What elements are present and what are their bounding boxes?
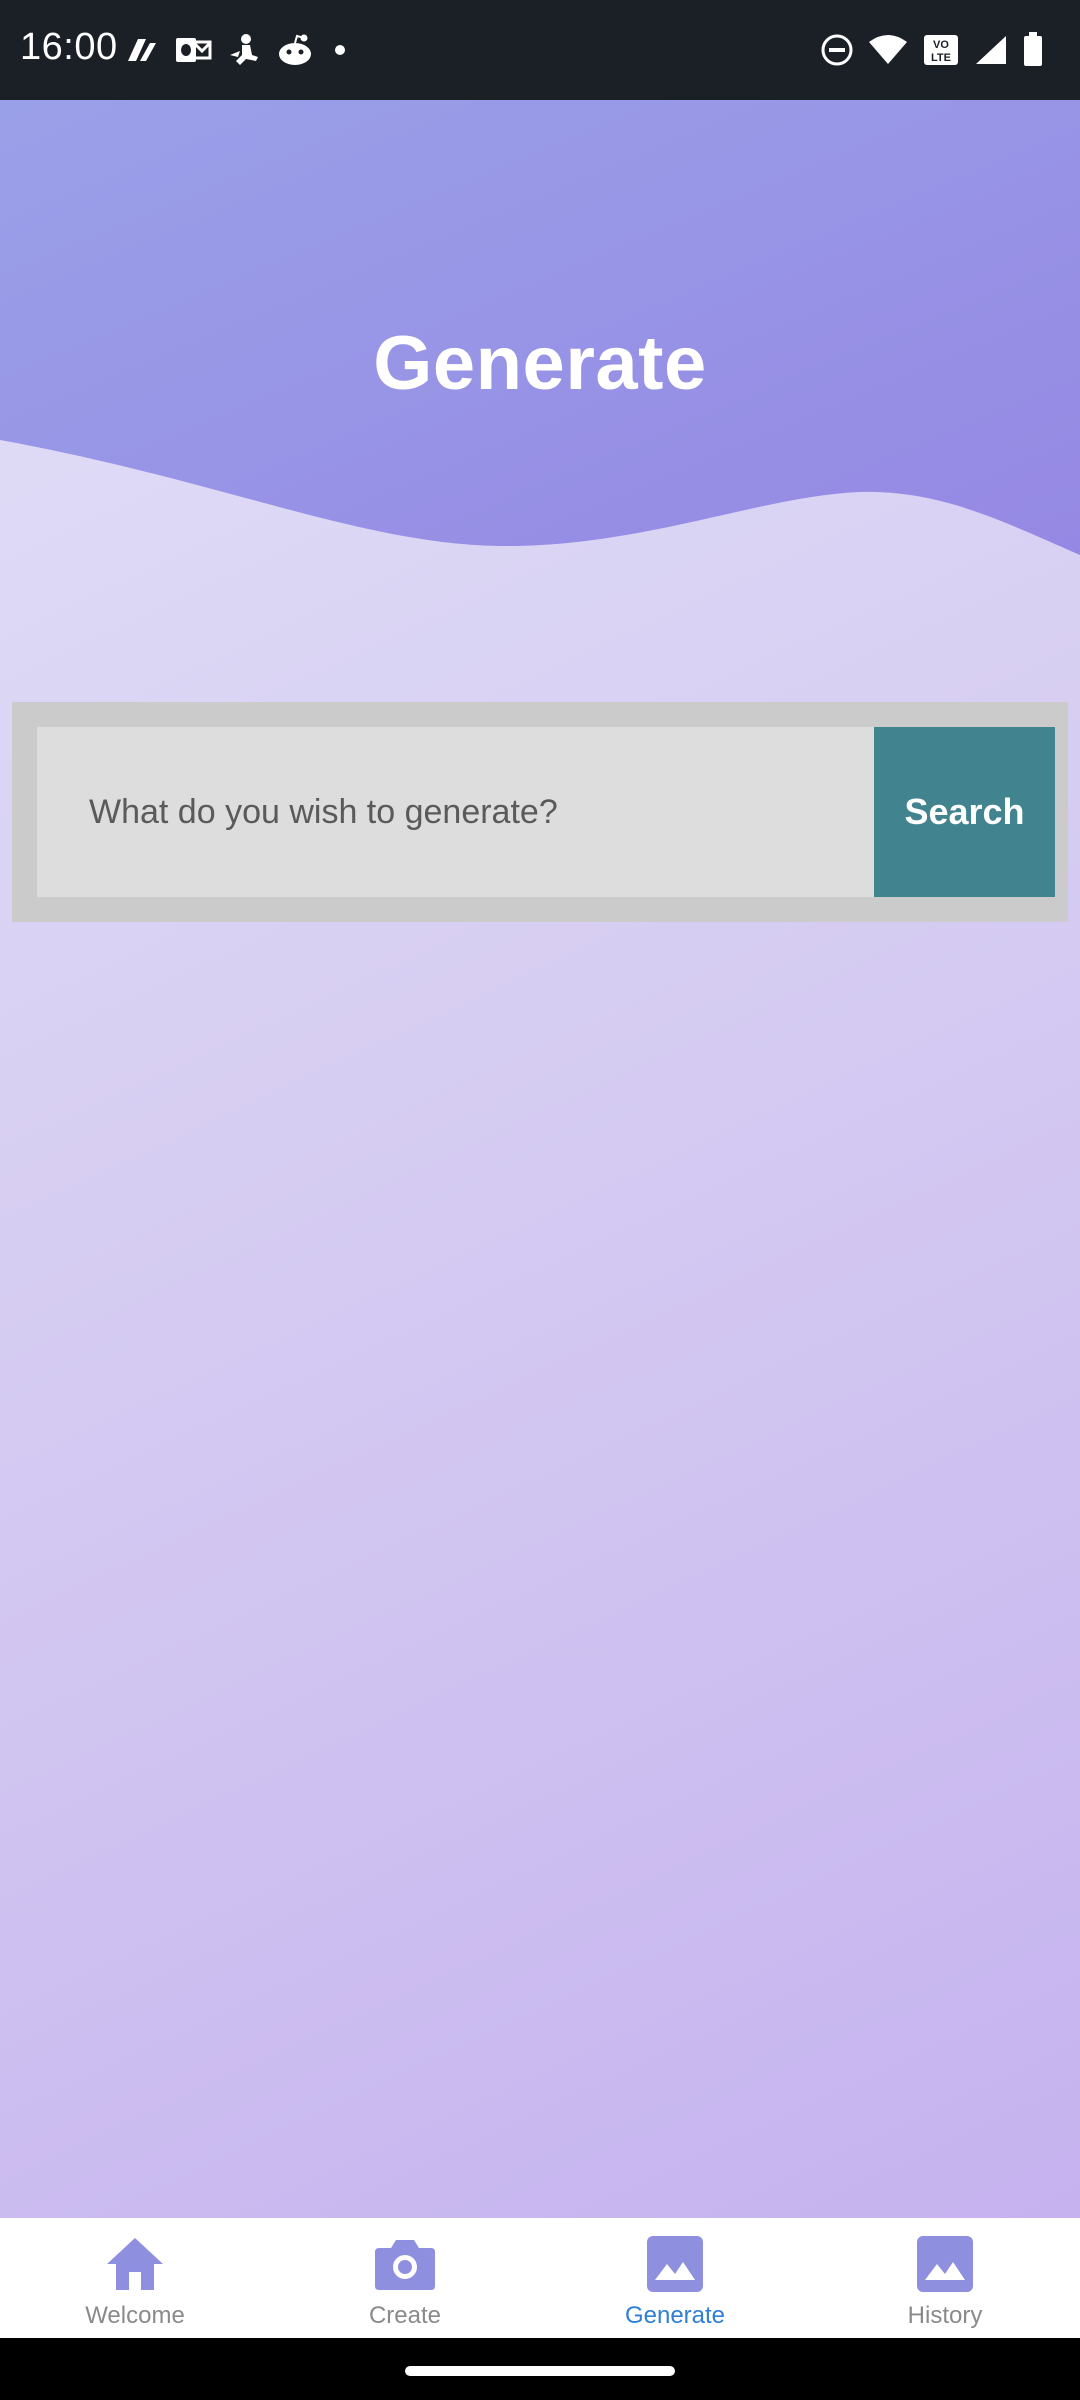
camera-icon [375, 2240, 435, 2290]
do-not-disturb-icon [821, 34, 853, 66]
home-icon [107, 2238, 163, 2290]
nav-label-create: Create [368, 2302, 442, 2329]
reading-icon [230, 34, 258, 65]
battery-icon [1024, 32, 1042, 66]
nav-item-create[interactable]: Create [270, 2218, 540, 2338]
image-icon [917, 2236, 973, 2292]
signal-icon [976, 36, 1006, 64]
search-input[interactable] [37, 727, 874, 897]
nav-item-welcome[interactable]: Welcome [0, 2218, 270, 2338]
status-right-icons: VO LTE [820, 30, 1044, 70]
status-bar: 16:00 VO LTE [0, 0, 1080, 100]
app-body: Generate Search [0, 100, 1080, 2218]
status-left-icons [124, 30, 350, 70]
nav-label-generate: Generate [624, 2302, 726, 2329]
system-nav-bar [0, 2338, 1080, 2400]
nav-label-welcome: Welcome [85, 2302, 185, 2329]
bottom-nav: Welcome Create Generate History [0, 2218, 1080, 2338]
search-button[interactable]: Search [874, 727, 1055, 897]
wifi-icon [869, 35, 907, 64]
nav-item-generate[interactable]: Generate [540, 2218, 810, 2338]
notification-dot-icon [335, 45, 345, 55]
nav-item-history[interactable]: History [810, 2218, 1080, 2338]
status-time: 16:00 [20, 26, 118, 68]
page-title: Generate [373, 321, 707, 406]
vpn-key-icon [128, 39, 156, 61]
image-icon [647, 2236, 703, 2292]
svg-text:LTE: LTE [931, 52, 951, 64]
outlook-icon [176, 38, 212, 62]
home-gesture-handle[interactable] [405, 2366, 675, 2376]
search-panel: Search [12, 702, 1068, 922]
nav-label-history: History [907, 2302, 983, 2329]
volte-icon: VO LTE [924, 35, 958, 65]
reddit-icon [279, 34, 311, 65]
svg-text:VO: VO [933, 39, 949, 51]
